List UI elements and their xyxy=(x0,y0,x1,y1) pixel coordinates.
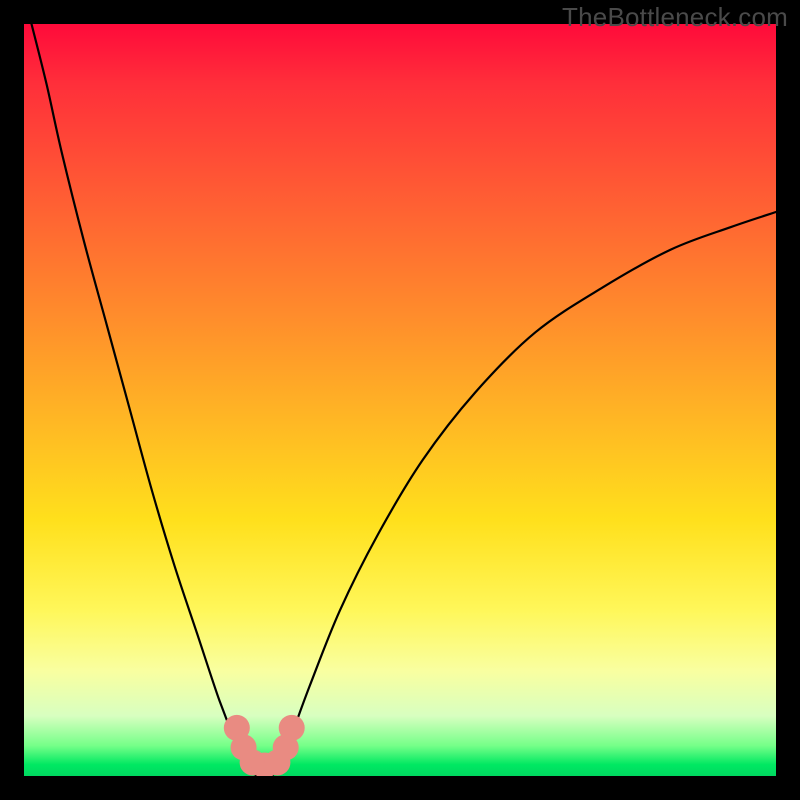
chart-container: TheBottleneck.com xyxy=(0,0,800,800)
curve-right xyxy=(272,212,776,776)
marker-dot xyxy=(279,715,305,741)
plot-area xyxy=(24,24,776,776)
salmon-markers xyxy=(224,715,305,776)
curve-layer xyxy=(24,24,776,776)
watermark-text: TheBottleneck.com xyxy=(562,2,788,33)
curve-left xyxy=(32,24,258,776)
